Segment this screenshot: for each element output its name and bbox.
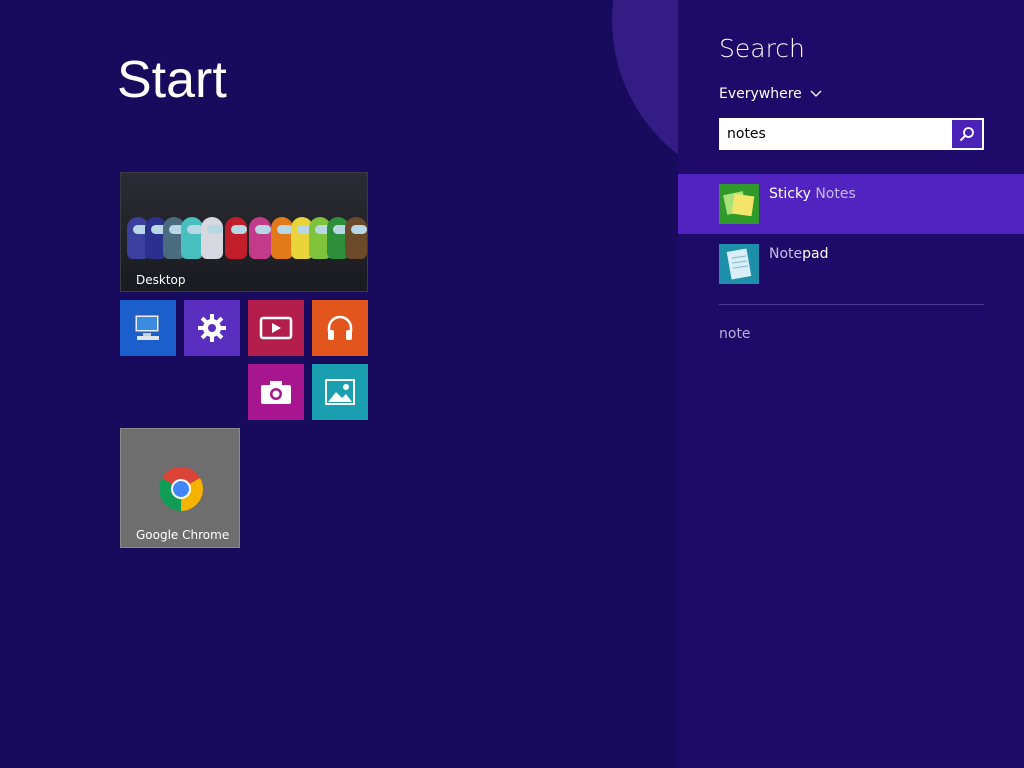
search-title: Search <box>719 34 805 63</box>
results-divider <box>719 304 984 305</box>
tile-google-chrome-label: Google Chrome <box>136 528 230 542</box>
photos-icon <box>325 379 355 405</box>
tile-photos[interactable] <box>312 364 368 420</box>
tile-google-chrome[interactable]: Google Chrome <box>120 428 240 548</box>
headphones-icon <box>327 315 353 340</box>
start-screen: Start Desktop Google Chrome <box>0 0 678 768</box>
search-input[interactable] <box>727 124 947 144</box>
video-icon <box>259 316 293 340</box>
start-title: Start <box>117 51 227 109</box>
tile-desktop[interactable]: Desktop <box>120 172 368 292</box>
tile-video[interactable] <box>248 300 304 356</box>
tile-desktop-label: Desktop <box>136 273 186 287</box>
search-scope-label: Everywhere <box>719 86 802 102</box>
search-pane: Search Everywhere Sticky Notes <box>678 0 1024 768</box>
gear-icon <box>198 314 226 342</box>
computer-icon <box>134 314 160 340</box>
search-result-label: Notepad <box>769 246 829 262</box>
tile-camera[interactable] <box>248 364 304 420</box>
sticky-notes-icon <box>719 184 759 224</box>
camera-icon <box>261 381 291 404</box>
chrome-icon <box>159 467 203 511</box>
search-button[interactable] <box>952 120 982 148</box>
search-box <box>719 118 984 150</box>
tile-settings[interactable] <box>184 300 240 356</box>
chevron-down-icon <box>810 90 822 97</box>
tile-music[interactable] <box>312 300 368 356</box>
tile-this-pc[interactable] <box>120 300 176 356</box>
search-result-sticky-notes[interactable]: Sticky Notes <box>678 174 1024 234</box>
search-result-label: Sticky Notes <box>769 186 856 202</box>
search-icon <box>959 127 974 142</box>
search-scope-dropdown[interactable]: Everywhere <box>719 86 822 102</box>
search-result-notepad[interactable]: Notepad <box>678 234 1024 294</box>
search-suggestion[interactable]: note <box>719 326 751 342</box>
notepad-icon <box>719 244 759 284</box>
